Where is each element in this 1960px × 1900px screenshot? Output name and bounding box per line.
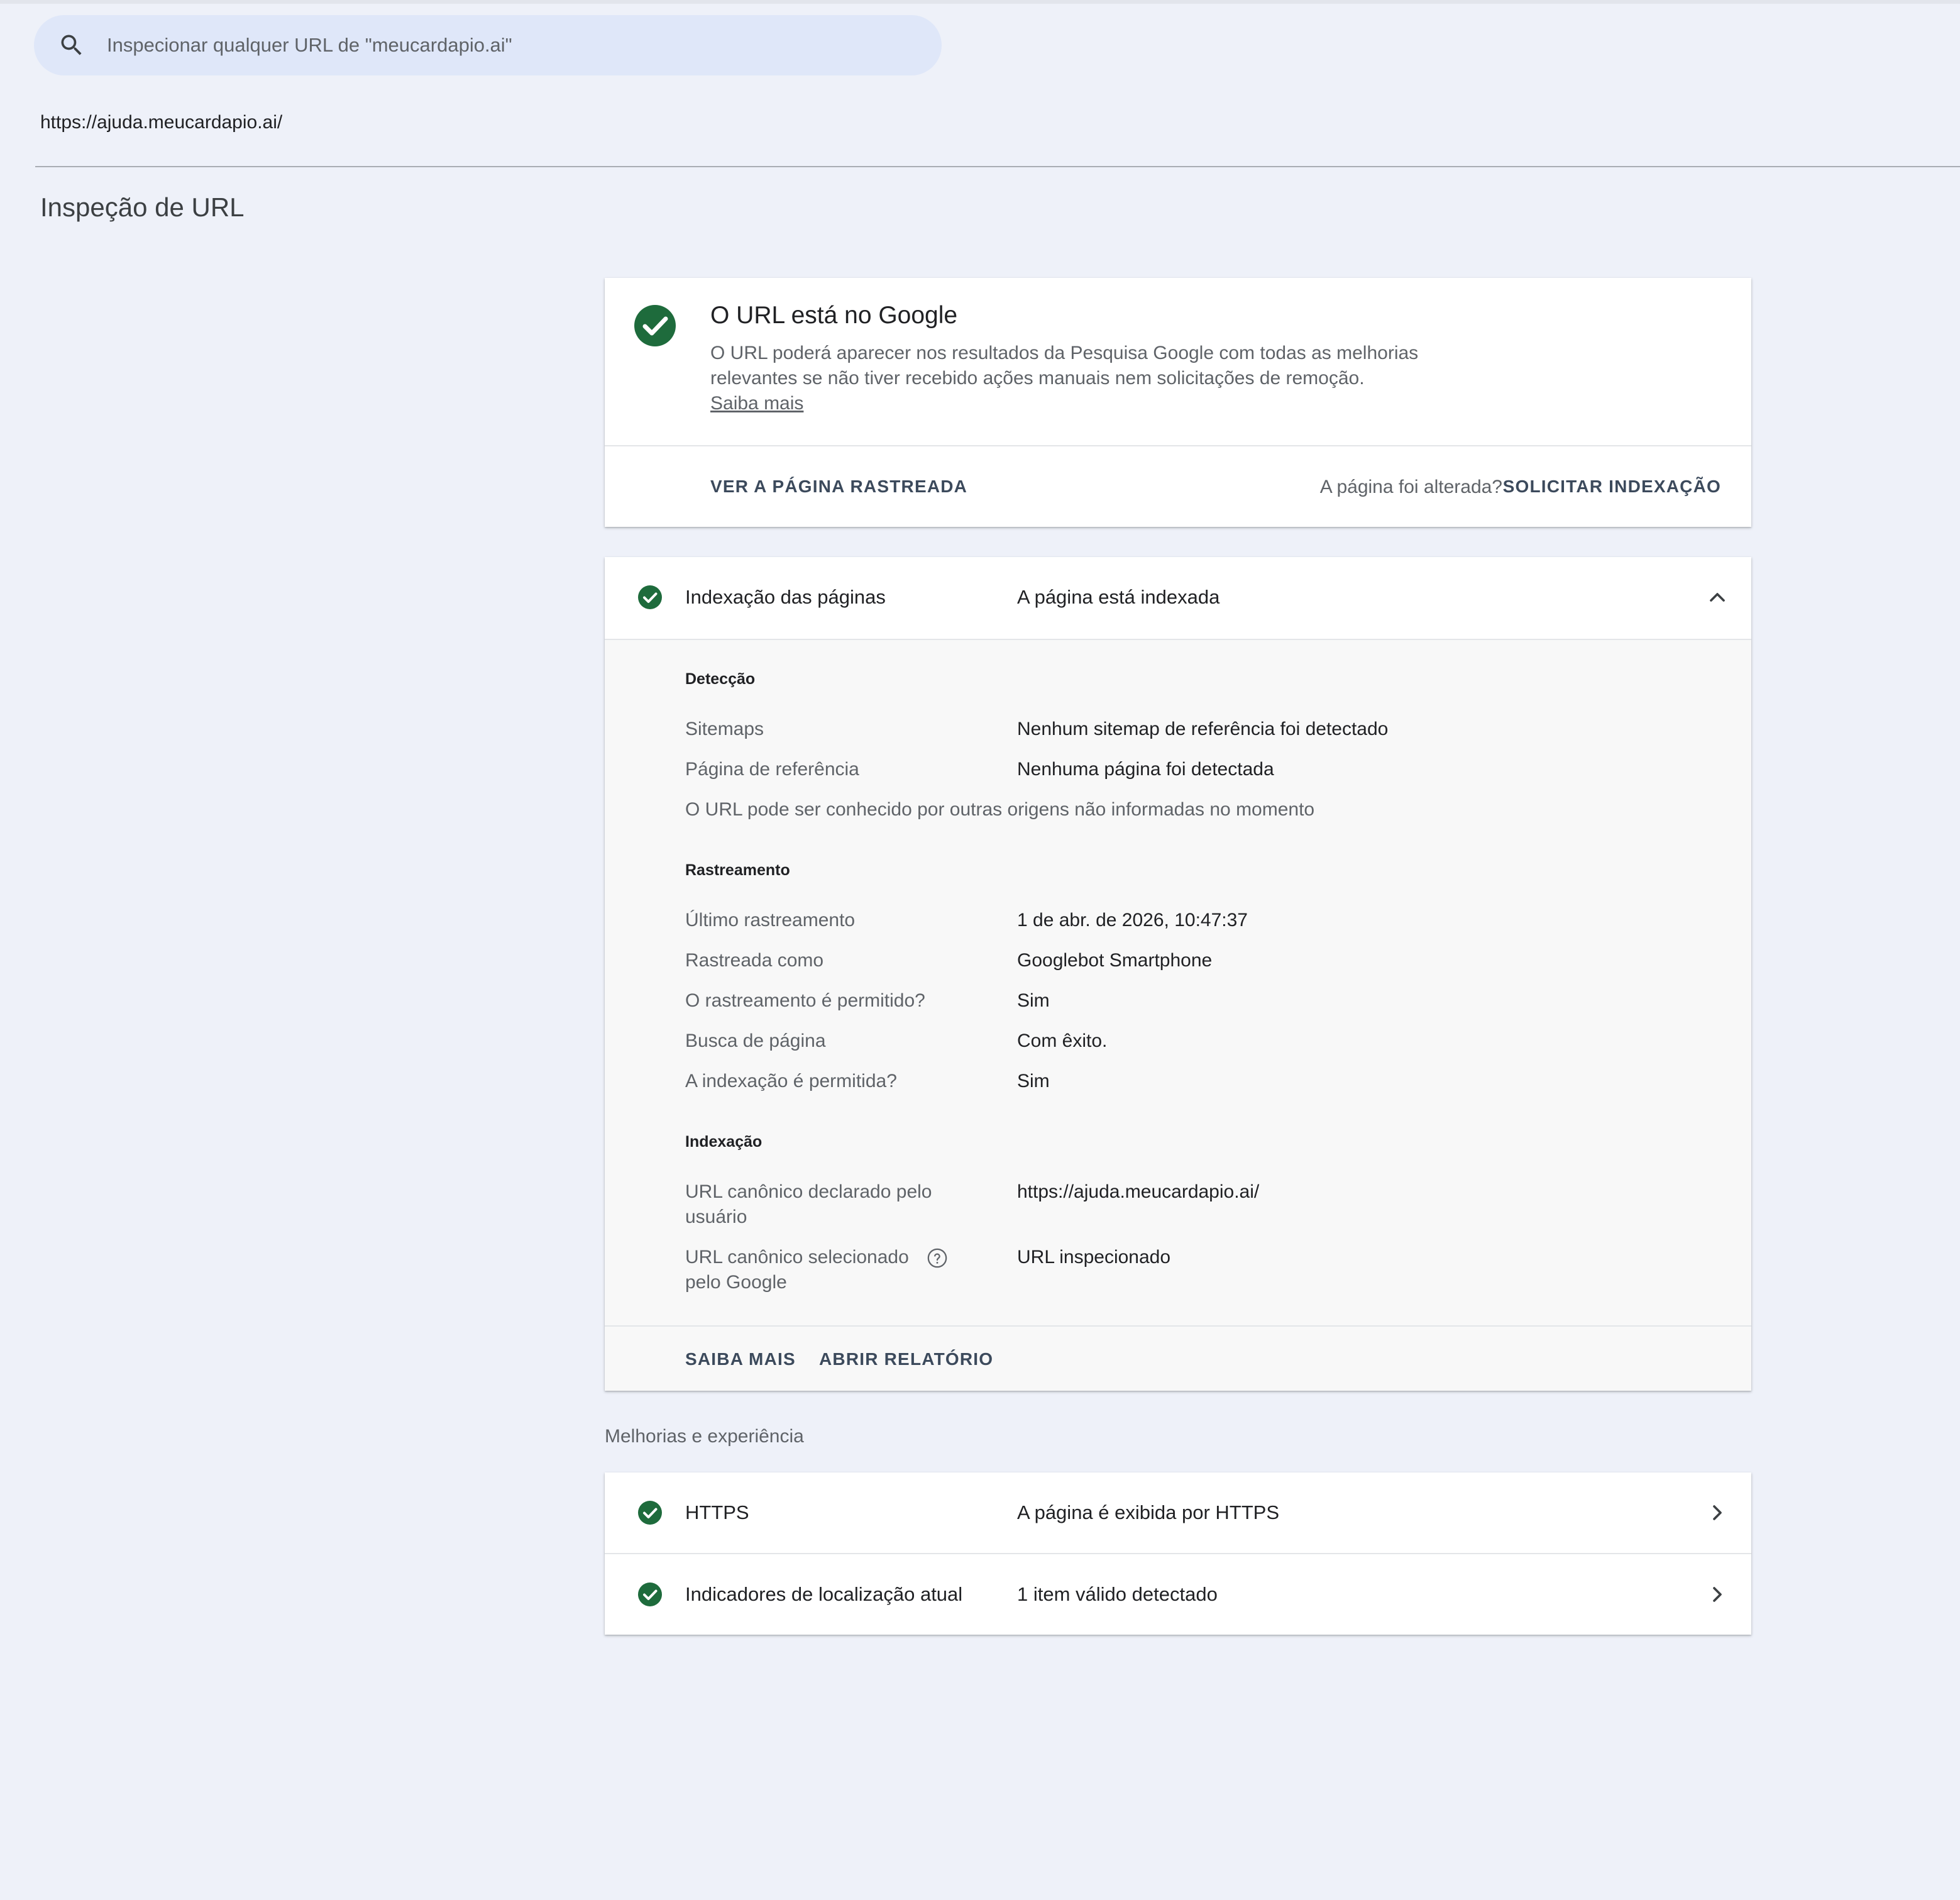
detail-value: https://ajuda.meucardapio.ai/ [1017,1181,1260,1202]
detail-value: 1 de abr. de 2026, 10:47:37 [1017,910,1248,931]
detail-label: URL canônico selecionado pelo Google [685,1245,909,1295]
request-indexing-button[interactable]: SOLICITAR INDEXAÇÃO [1503,477,1721,497]
view-crawled-page-button[interactable]: VER A PÁGINA RASTREADA [710,477,967,497]
check-circle-icon [638,1501,662,1525]
detection-note: O URL pode ser conhecido por outras orig… [685,799,1315,820]
url-status-card: O URL está no Google O URL poderá aparec… [605,278,1751,527]
search-input[interactable] [107,26,924,64]
detail-label: Busca de página [685,1030,826,1051]
check-circle-icon [638,1582,662,1606]
page-indexing-value: A página está indexada [1017,586,1220,608]
detail-value: Nenhum sitemap de referência foi detecta… [1017,719,1389,739]
chevron-right-icon [1713,1505,1722,1520]
status-description: O URL poderá aparecer nos resultados da … [710,341,1452,416]
help-icon[interactable] [927,1247,948,1269]
detail-label: Sitemaps [685,719,764,739]
header-divider [35,166,1960,167]
chevron-up-icon[interactable] [1705,585,1730,610]
section-heading: Detecção [685,670,756,688]
check-circle-icon [638,585,662,609]
open-report-button[interactable]: ABRIR RELATÓRIO [819,1349,993,1369]
top-border [0,0,1960,4]
search-icon[interactable] [58,31,85,59]
detail-value: Sim [1017,1071,1050,1091]
detail-value: Nenhuma página foi detectada [1017,759,1274,780]
section-heading: Indexação [685,1133,763,1151]
enhancement-label: HTTPS [685,1501,749,1523]
detail-label-line: URL canônico declarado pelo [685,1181,932,1202]
detail-label-line: URL canônico selecionado [685,1247,909,1268]
url-inspection-search-bar[interactable] [34,15,942,75]
status-title: O URL está no Google [710,302,958,329]
detail-value: Com êxito. [1017,1030,1108,1051]
detail-label-line: usuário [685,1207,747,1227]
enhancement-row-https[interactable]: HTTPS A página é exibida por HTTPS [605,1472,1751,1553]
detail-label: Rastreada como [685,950,824,971]
status-description-line: relevantes se não tiver recebido ações m… [710,368,1365,389]
learn-more-button[interactable]: SAIBA MAIS [685,1349,796,1369]
page-changed-text: A página foi alterada? [1319,477,1502,497]
enhancement-label: Indicadores de localização atual [685,1583,963,1605]
page-indexing-details: Detecção Sitemaps Nenhum sitemap de refe… [605,639,1751,1330]
page-indexing-label: Indexação das páginas [685,586,886,608]
detail-label: Página de referência [685,759,859,780]
detail-label: A indexação é permitida? [685,1071,897,1091]
detail-label: Último rastreamento [685,910,856,931]
page-indexing-header[interactable]: Indexação das páginas A página está inde… [605,557,1751,639]
learn-more-link[interactable]: Saiba mais [710,391,803,416]
enhancement-row-location[interactable]: Indicadores de localização atual 1 item … [605,1554,1751,1635]
inspected-url: https://ajuda.meucardapio.ai/ [40,112,283,133]
enhancements-caption: Melhorias e experiência [605,1426,804,1447]
page-indexing-card: Indexação das páginas A página está inde… [605,557,1751,1391]
detail-label-line: pelo Google [685,1272,787,1293]
detail-value: Googlebot Smartphone [1017,950,1213,971]
divider [605,445,1751,446]
status-description-line: O URL poderá aparecer nos resultados da … [710,343,1419,363]
detail-label: O rastreamento é permitido? [685,990,925,1011]
page-title: Inspeção de URL [40,192,245,222]
detail-value: Sim [1017,990,1050,1011]
enhancement-value: 1 item válido detectado [1017,1583,1218,1605]
chevron-right-icon [1713,1587,1722,1602]
page-indexing-footer: SAIBA MAIS ABRIR RELATÓRIO [605,1325,1751,1391]
detail-value: URL inspecionado [1017,1247,1171,1268]
check-circle-icon [634,305,676,346]
enhancements-card: HTTPS A página é exibida por HTTPS Indic… [605,1472,1751,1635]
section-heading: Rastreamento [685,861,790,879]
detail-label: URL canônico declarado pelo usuário [685,1179,932,1230]
enhancement-value: A página é exibida por HTTPS [1017,1501,1280,1523]
